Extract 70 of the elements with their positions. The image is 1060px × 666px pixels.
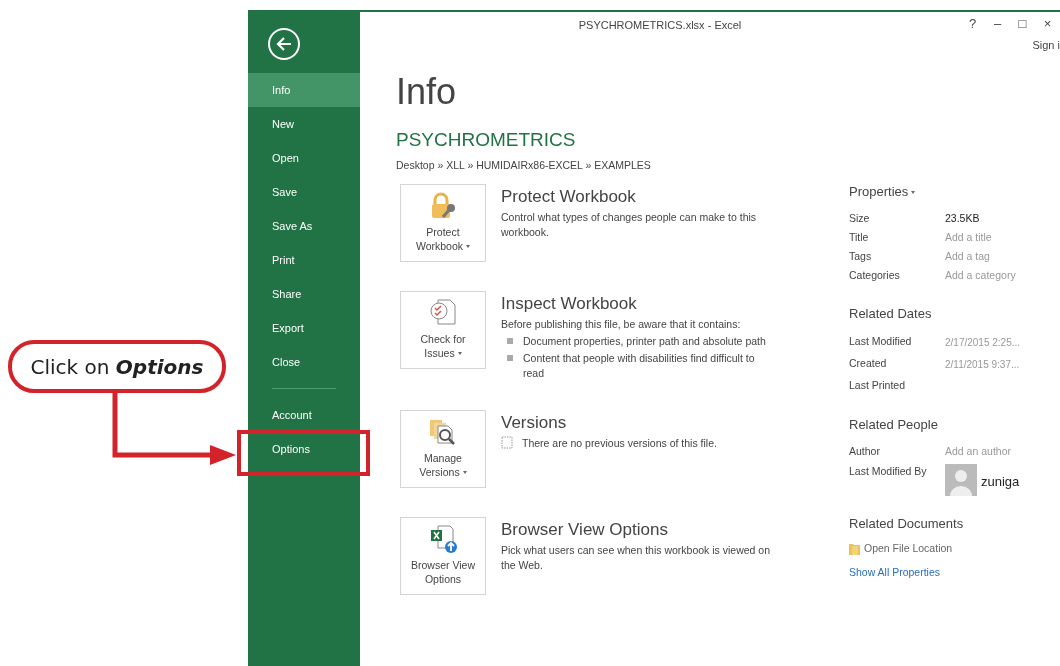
- property-label: Tags: [849, 249, 873, 265]
- sidebar-item[interactable]: New: [248, 107, 360, 141]
- property-label: Last Printed: [849, 378, 907, 394]
- sidebar-item[interactable]: Open: [248, 141, 360, 175]
- property-field[interactable]: Add a category: [945, 268, 1045, 284]
- property-label: Author: [849, 444, 881, 460]
- callout: Click on Options: [8, 340, 226, 393]
- section-description: Before publishing this file, be aware that it contains:: [501, 316, 742, 332]
- section-button[interactable]: Browser View Options: [400, 516, 486, 595]
- section-description: There are no previous versions of this file.: [522, 435, 717, 451]
- page-heading: Info: [396, 74, 458, 110]
- minimize-button[interactable]: –: [985, 14, 1010, 34]
- property-label: Last Modified: [849, 334, 913, 350]
- maximize-button[interactable]: □: [1010, 14, 1035, 34]
- caret-icon: [462, 471, 467, 475]
- sidebar-item[interactable]: Export: [248, 311, 360, 345]
- checklist-icon: [429, 297, 457, 326]
- section-title: Inspect Workbook: [501, 294, 638, 312]
- section-heading[interactable]: Properties: [849, 182, 1060, 202]
- section-title: Versions: [501, 413, 568, 431]
- user-name: zuniga: [981, 472, 1020, 491]
- sidebar-item[interactable]: Close: [248, 345, 360, 379]
- section-description: Control what types of changes people can make to this workbook.: [501, 209, 758, 240]
- author-field[interactable]: Add an author: [945, 444, 1045, 460]
- sidebar-item[interactable]: Save: [248, 175, 360, 209]
- help-button[interactable]: ?: [960, 14, 985, 34]
- bullet-icon: [507, 337, 513, 344]
- sidebar-item[interactable]: Account: [248, 398, 360, 432]
- caret-icon: [466, 245, 471, 249]
- section-button[interactable]: Protect Workbook: [400, 183, 486, 262]
- sidebar-item[interactable]: Print: [248, 243, 360, 277]
- sign-in-link[interactable]: Sign i: [1032, 37, 1060, 54]
- section-description: Pick what users can see when this workbook is viewed on the Web.: [501, 542, 772, 573]
- section-heading: Related Documents: [849, 514, 965, 533]
- property-field[interactable]: Add a title: [945, 230, 1045, 246]
- file-path: Desktop » XLL » HUMIDAIRx86-EXCEL » EXAMPLES: [396, 157, 652, 173]
- property-value: 23.5KB: [945, 211, 980, 227]
- bullet-icon: [507, 354, 513, 361]
- avatar-icon: [945, 463, 977, 496]
- sidebar-item[interactable]: Options: [248, 432, 360, 466]
- caret-icon: [457, 352, 462, 356]
- sidebar-item[interactable]: Info: [248, 73, 360, 107]
- section-title: Browser View Options: [501, 520, 669, 538]
- property-label: Last Modified By: [849, 463, 928, 479]
- close-button[interactable]: ×: [1035, 14, 1060, 34]
- property-label: Title: [849, 230, 870, 246]
- back-arrow-icon: [275, 36, 293, 52]
- document-icon: [501, 435, 514, 451]
- section-button[interactable]: Manage Versions: [400, 409, 486, 488]
- open-location-link[interactable]: Open File Location: [864, 541, 953, 557]
- property-label: Created: [849, 356, 888, 372]
- section-button[interactable]: Check for Issues: [400, 290, 486, 369]
- window-title: PSYCHROMETRICS.xlsx - Excel: [577, 18, 743, 33]
- show-all-link[interactable]: Show All Properties: [849, 564, 941, 581]
- property-label: Categories: [849, 268, 901, 284]
- bullet-text: Document properties, printer path and absolute path: [523, 333, 766, 349]
- spreadsheet-upload-icon: [428, 523, 458, 554]
- section-title: Protect Workbook: [501, 187, 637, 205]
- bullet-text: Content that people with disabilities find difficult to read: [523, 350, 756, 381]
- sidebar-item[interactable]: Save As: [248, 209, 360, 243]
- file-name: PSYCHROMETRICS: [396, 130, 577, 151]
- property-field[interactable]: Add a tag: [945, 249, 1045, 265]
- date-value: 2/17/2015 2:25...: [945, 335, 1021, 350]
- date-value: 2/11/2015 9:37...: [945, 357, 1020, 372]
- folder-icon: [849, 542, 860, 556]
- sidebar-item[interactable]: Share: [248, 277, 360, 311]
- back-button[interactable]: [268, 28, 300, 60]
- section-heading: Related People: [849, 416, 939, 434]
- section-heading: Related Dates: [849, 304, 933, 323]
- property-label: Size: [849, 211, 871, 227]
